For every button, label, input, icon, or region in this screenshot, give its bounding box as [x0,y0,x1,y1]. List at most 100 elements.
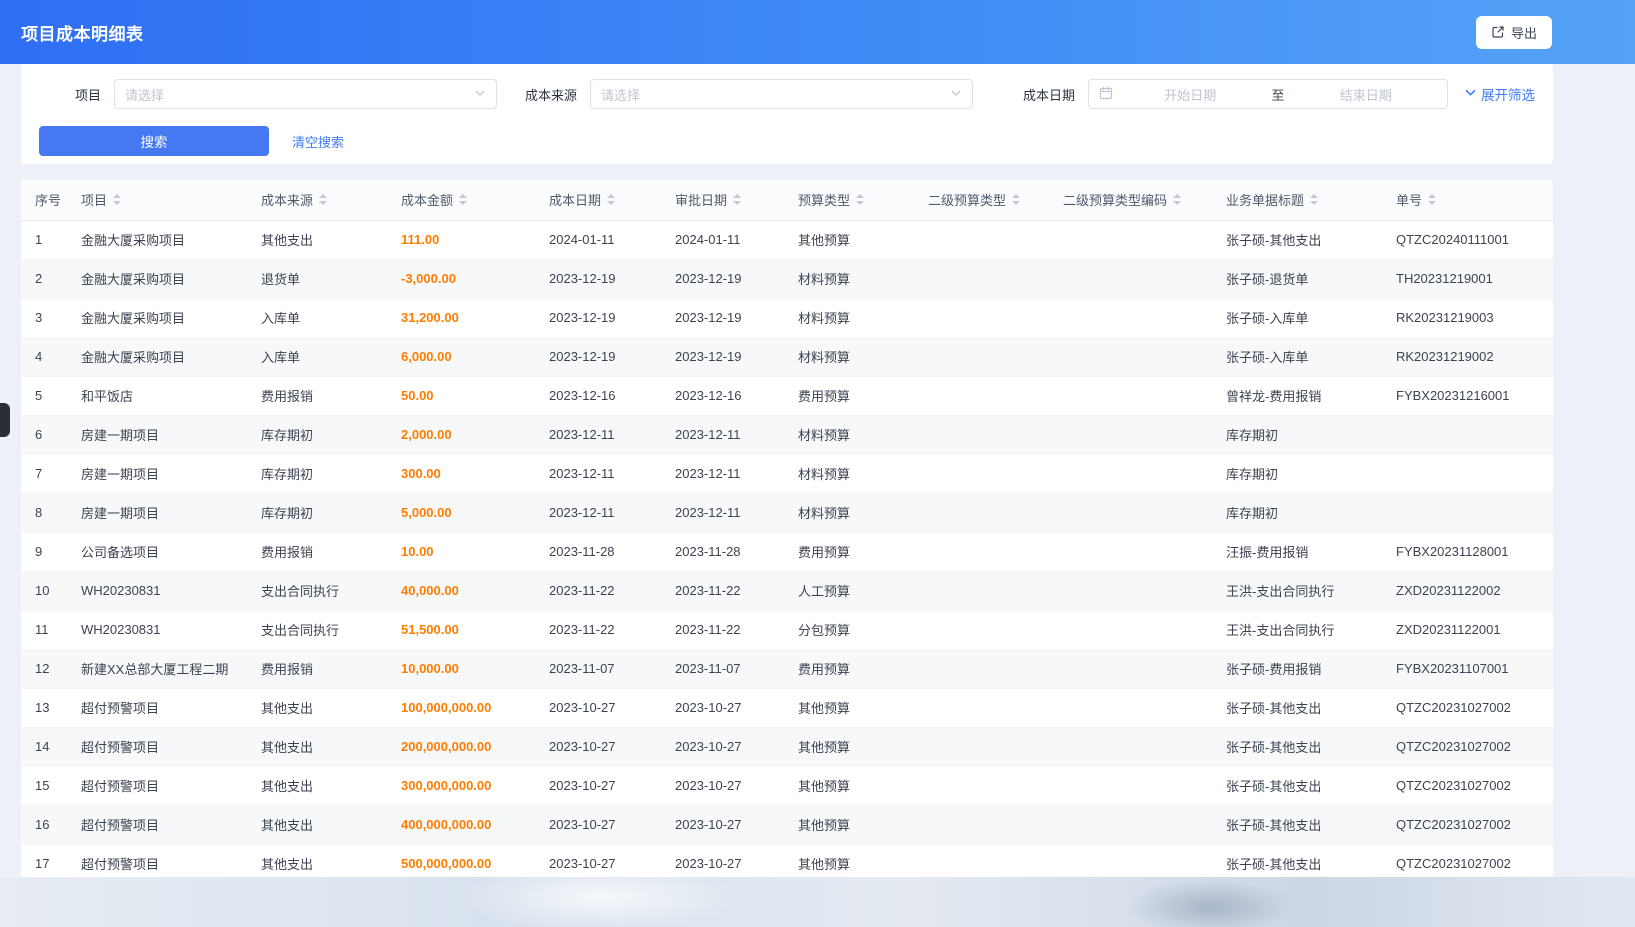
cell-source: 其他支出 [247,727,387,766]
side-drawer-handle[interactable] [0,403,10,437]
cell-project: 金融大厦采购项目 [67,337,247,376]
cell-budget-type: 费用预算 [784,649,914,688]
clear-search-link[interactable]: 清空搜索 [292,132,344,151]
cell-doc-title: 张子硕-入库单 [1212,337,1382,376]
column-label-no: 序号 [35,190,61,209]
column-label-sub-budget-code: 二级预算类型编码 [1063,190,1167,209]
background-image-strip [0,877,1635,927]
column-label-amount: 成本金额 [401,190,453,209]
sort-icon[interactable] [113,194,121,205]
cell-doc-title: 张子硕-退货单 [1212,259,1382,298]
cell-no: 1 [21,220,67,259]
column-label-project: 项目 [81,190,107,209]
cell-approval-date: 2023-10-27 [661,688,784,727]
sort-icon[interactable] [1173,194,1181,205]
cell-no: 10 [21,571,67,610]
sort-icon[interactable] [319,194,327,205]
cell-doc-title: 库存期初 [1212,415,1382,454]
cell-source: 其他支出 [247,766,387,805]
table-row[interactable]: 15超付预警项目其他支出300,000,000.002023-10-272023… [21,766,1553,805]
export-button[interactable]: 导出 [1476,16,1552,49]
table-row[interactable]: 16超付预警项目其他支出400,000,000.002023-10-272023… [21,805,1553,844]
table-row[interactable]: 6房建一期项目库存期初2,000.002023-12-112023-12-11材… [21,415,1553,454]
table-row[interactable]: 3金融大厦采购项目入库单31,200.002023-12-192023-12-1… [21,298,1553,337]
cell-sub-budget-code [1049,493,1212,532]
cell-source: 费用报销 [247,649,387,688]
column-header-project[interactable]: 项目 [67,180,247,220]
page-title: 项目成本明细表 [21,20,144,45]
cell-sub-budget-type [914,688,1049,727]
cell-approval-date: 2023-12-11 [661,454,784,493]
cell-source: 费用报销 [247,376,387,415]
table-row[interactable]: 1金融大厦采购项目其他支出111.002024-01-112024-01-11其… [21,220,1553,259]
cell-sub-budget-code [1049,220,1212,259]
expand-filter-link[interactable]: 展开筛选 [1464,84,1535,104]
column-header-doc-title[interactable]: 业务单据标题 [1212,180,1382,220]
table-row[interactable]: 14超付预警项目其他支出200,000,000.002023-10-272023… [21,727,1553,766]
column-header-amount[interactable]: 成本金额 [387,180,535,220]
column-header-cost-date[interactable]: 成本日期 [535,180,661,220]
column-header-approval-date[interactable]: 审批日期 [661,180,784,220]
table-row[interactable]: 12新建XX总部大厦工程二期费用报销10,000.002023-11-07202… [21,649,1553,688]
column-header-budget-type[interactable]: 预算类型 [784,180,914,220]
cell-source: 其他支出 [247,688,387,727]
project-select[interactable]: 请选择 [114,79,497,109]
cell-amount: 5,000.00 [387,493,535,532]
cost-detail-table: 序号 项目 成本来源成本金额 成本日期审批日期预算类型 二级预算类型二级预算类型编码 业务… [21,180,1553,877]
sort-icon[interactable] [856,194,864,205]
cell-budget-type: 材料预算 [784,454,914,493]
cell-project: 和平饭店 [67,376,247,415]
cell-approval-date: 2023-12-19 [661,259,784,298]
expand-filter-label: 展开筛选 [1481,84,1535,104]
cell-sub-budget-type [914,571,1049,610]
cell-sub-budget-type [914,805,1049,844]
sort-icon[interactable] [607,194,615,205]
table-row[interactable]: 13超付预警项目其他支出100,000,000.002023-10-272023… [21,688,1553,727]
table-row[interactable]: 7房建一期项目库存期初300.002023-12-112023-12-11材料预… [21,454,1553,493]
column-header-source[interactable]: 成本来源 [247,180,387,220]
cell-no: 16 [21,805,67,844]
cell-approval-date: 2023-11-07 [661,649,784,688]
search-button[interactable]: 搜索 [39,126,269,156]
table-row[interactable]: 8房建一期项目库存期初5,000.002023-12-112023-12-11材… [21,493,1553,532]
cell-cost-date: 2023-12-16 [535,376,661,415]
column-header-doc-no[interactable]: 单号 [1382,180,1553,220]
cost-date-range-picker[interactable]: 开始日期 至 结束日期 [1088,79,1448,109]
sort-icon[interactable] [459,194,467,205]
column-header-sub-budget-type[interactable]: 二级预算类型 [914,180,1049,220]
sort-icon[interactable] [733,194,741,205]
end-date-input[interactable]: 结束日期 [1295,85,1438,104]
cell-amount: 111.00 [387,220,535,259]
cell-cost-date: 2023-11-22 [535,610,661,649]
column-label-budget-type: 预算类型 [798,190,850,209]
cell-doc-no: QTZC20231027002 [1382,844,1553,877]
table-row[interactable]: 4金融大厦采购项目入库单6,000.002023-12-192023-12-19… [21,337,1553,376]
cell-cost-date: 2023-12-19 [535,298,661,337]
cost-source-select[interactable]: 请选择 [590,79,973,109]
sort-icon[interactable] [1310,194,1318,205]
start-date-input[interactable]: 开始日期 [1119,85,1262,104]
column-label-doc-title: 业务单据标题 [1226,190,1304,209]
cell-cost-date: 2023-12-19 [535,259,661,298]
table-row[interactable]: 5和平饭店费用报销50.002023-12-162023-12-16费用预算曾祥… [21,376,1553,415]
sort-icon[interactable] [1428,194,1436,205]
table-row[interactable]: 10WH20230831支出合同执行40,000.002023-11-22202… [21,571,1553,610]
cell-approval-date: 2024-01-11 [661,220,784,259]
sort-icon[interactable] [1012,194,1020,205]
cost-date-filter-label: 成本日期 [1023,85,1075,104]
cell-source: 退货单 [247,259,387,298]
cell-source: 库存期初 [247,454,387,493]
cell-sub-budget-type [914,727,1049,766]
cell-doc-title: 张子硕-其他支出 [1212,688,1382,727]
table-row[interactable]: 2金融大厦采购项目退货单-3,000.002023-12-192023-12-1… [21,259,1553,298]
table-row[interactable]: 11WH20230831支出合同执行51,500.002023-11-22202… [21,610,1553,649]
table-row[interactable]: 17超付预警项目其他支出500,000,000.002023-10-272023… [21,844,1553,877]
cell-cost-date: 2023-10-27 [535,805,661,844]
cell-project: 房建一期项目 [67,415,247,454]
cell-doc-title: 张子硕-其他支出 [1212,766,1382,805]
cell-source: 支出合同执行 [247,571,387,610]
column-header-sub-budget-code[interactable]: 二级预算类型编码 [1049,180,1212,220]
table-row[interactable]: 9公司备选项目费用报销10.002023-11-282023-11-28费用预算… [21,532,1553,571]
cell-sub-budget-code [1049,337,1212,376]
cell-budget-type: 其他预算 [784,766,914,805]
